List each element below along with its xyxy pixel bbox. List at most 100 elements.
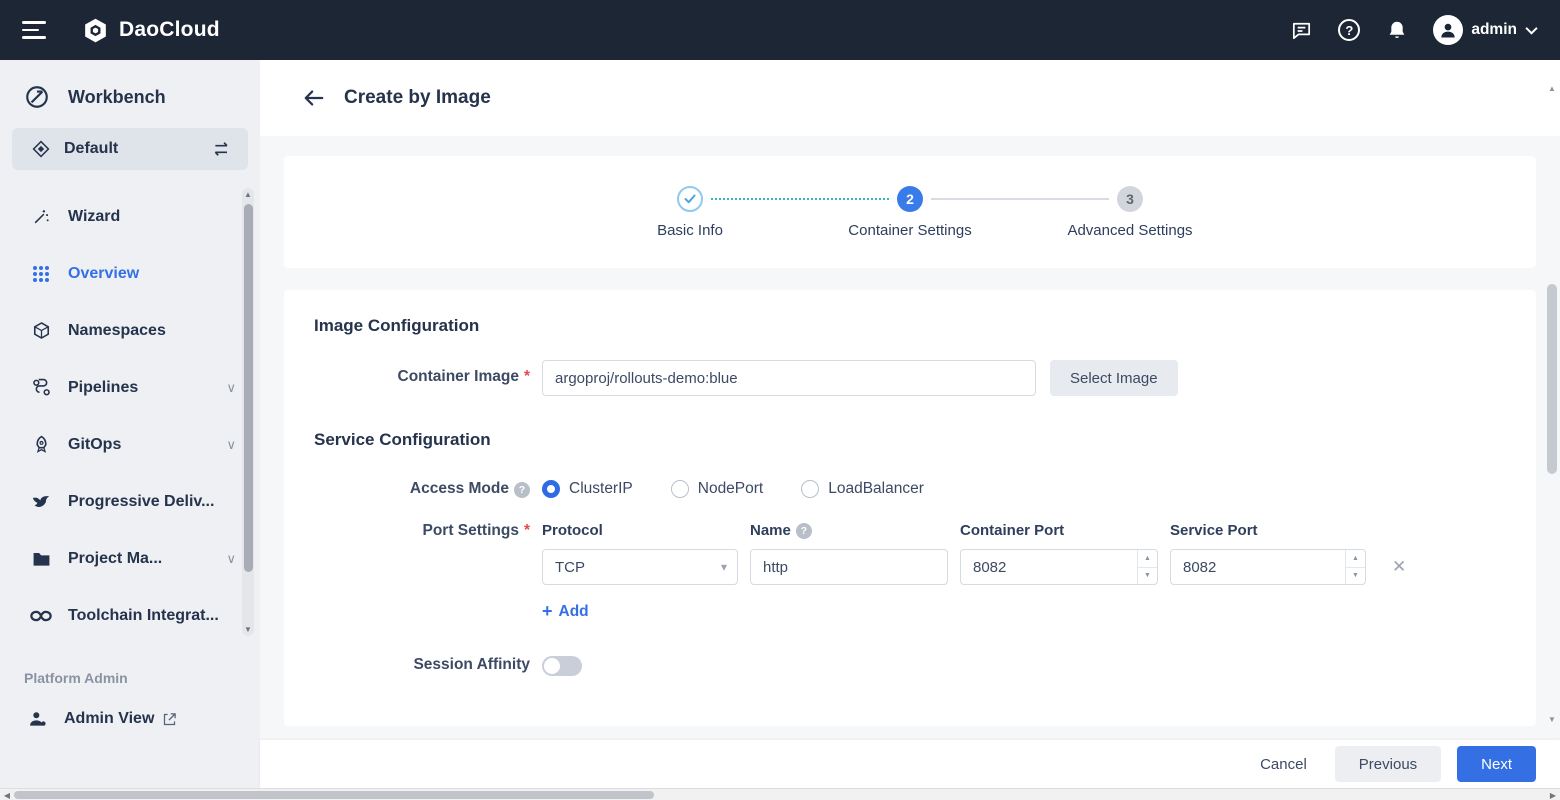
scroll-up-icon[interactable]: ▲ (1546, 84, 1558, 93)
radio-loadbalancer[interactable]: LoadBalancer (801, 480, 924, 498)
port-columns-header: Protocol Name? Container Port Service Po… (542, 522, 1406, 549)
radio-icon (671, 480, 689, 498)
sidebar-item-admin-view[interactable]: Admin View (0, 692, 260, 746)
step-label: Basic Info (657, 222, 723, 239)
grid-icon (30, 265, 52, 283)
workbench-header[interactable]: Workbench (0, 60, 260, 128)
sidebar-scrollbar[interactable]: ▲ ▼ (242, 188, 254, 636)
sidebar-item-overview[interactable]: Overview (0, 245, 260, 302)
sidebar-item-label: Pipelines (68, 379, 226, 397)
cube-icon (30, 321, 52, 340)
session-affinity-label: Session Affinity (314, 648, 542, 676)
protocol-select[interactable]: TCP ▾ (542, 549, 738, 585)
help-icon[interactable]: ? (514, 482, 530, 498)
number-stepper: ▲ ▼ (1137, 550, 1157, 584)
notifications-icon[interactable] (1385, 18, 1409, 42)
delete-port-row-icon[interactable]: ✕ (1392, 549, 1406, 585)
step-basic-info[interactable]: Basic Info (677, 186, 703, 212)
number-stepper: ▲ ▼ (1345, 550, 1365, 584)
container-port-input[interactable] (960, 549, 1158, 585)
radio-icon (801, 480, 819, 498)
select-image-button[interactable]: Select Image (1050, 360, 1178, 396)
step-connector-solid (931, 198, 1109, 200)
wand-icon (30, 207, 52, 226)
access-mode-row: Access Mode? ClusterIP NodePort (314, 474, 1506, 498)
add-port-button[interactable]: + Add (542, 601, 589, 622)
step-container-settings[interactable]: 2 Container Settings (897, 186, 923, 212)
menu-toggle-icon[interactable] (22, 21, 46, 39)
port-settings-label: Port Settings* (314, 522, 542, 622)
service-port-input[interactable] (1170, 549, 1366, 585)
container-image-input[interactable] (542, 360, 1036, 396)
workbench-icon (24, 84, 50, 110)
sidebar-item-namespaces[interactable]: Namespaces (0, 302, 260, 359)
stepper-card: Basic Info 2 Container Settings 3 Advanc… (284, 156, 1536, 268)
sidebar-item-wizard[interactable]: Wizard (0, 188, 260, 245)
sidebar-item-label: GitOps (68, 436, 226, 454)
form-card: Image Configuration Container Image* Sel… (284, 290, 1536, 726)
infinity-icon (30, 610, 52, 622)
bird-icon (30, 493, 52, 511)
folder-icon (30, 550, 52, 567)
stepper-up-icon[interactable]: ▲ (1346, 550, 1365, 568)
horizontal-scroll-thumb[interactable] (14, 791, 654, 799)
main-area: Create by Image Basic Info 2 Container S… (260, 60, 1560, 788)
sidebar: Workbench Default Wizard Overvi (0, 60, 260, 788)
workspace-icon (32, 140, 50, 158)
workspace-selector[interactable]: Default (12, 128, 248, 170)
stepper-up-icon[interactable]: ▲ (1138, 550, 1157, 568)
switch-workspace-icon[interactable] (212, 141, 232, 157)
main-scroll-thumb[interactable] (1547, 284, 1557, 474)
horizontal-scrollbar[interactable]: ◀ ▶ (0, 788, 1560, 800)
next-button[interactable]: Next (1457, 746, 1536, 782)
back-arrow-icon[interactable] (300, 84, 328, 112)
main-vertical-scrollbar[interactable]: ▲ ▼ (1546, 84, 1558, 724)
sidebar-item-project-management[interactable]: Project Ma... ∨ (0, 530, 260, 587)
sidebar-item-progressive-delivery[interactable]: Progressive Deliv... (0, 473, 260, 530)
cancel-button[interactable]: Cancel (1260, 756, 1307, 773)
scroll-right-icon[interactable]: ▶ (1546, 789, 1560, 800)
step-label: Container Settings (848, 222, 971, 239)
sidebar-nav: Wizard Overview Namespaces Pipelines ∨ (0, 170, 260, 644)
session-affinity-row: Session Affinity (314, 648, 1506, 676)
access-mode-label: Access Mode? (314, 474, 542, 498)
admin-icon (28, 709, 48, 729)
sidebar-item-gitops[interactable]: GitOps ∨ (0, 416, 260, 473)
container-port-column-label: Container Port (960, 522, 1158, 539)
radio-nodeport[interactable]: NodePort (671, 480, 763, 498)
stepper: Basic Info 2 Container Settings 3 Advanc… (677, 186, 1143, 268)
avatar (1433, 15, 1463, 45)
footer-actions: Cancel Previous Next (260, 740, 1560, 788)
scroll-up-icon[interactable]: ▲ (242, 190, 254, 199)
access-mode-options: ClusterIP NodePort LoadBalancer (542, 474, 924, 498)
step-advanced-settings[interactable]: 3 Advanced Settings (1117, 186, 1143, 212)
sidebar-item-label: Admin View (64, 710, 154, 728)
service-port-column-label: Service Port (1170, 522, 1366, 539)
chevron-down-icon (1525, 26, 1538, 35)
scroll-down-icon[interactable]: ▼ (1546, 715, 1558, 724)
step-number: 2 (897, 186, 923, 212)
stepper-down-icon[interactable]: ▼ (1346, 568, 1365, 585)
step-number: 3 (1117, 186, 1143, 212)
sidebar-item-label: Progressive Deliv... (68, 493, 236, 511)
session-affinity-toggle[interactable] (542, 656, 582, 676)
sidebar-item-pipelines[interactable]: Pipelines ∨ (0, 359, 260, 416)
sidebar-scroll-thumb[interactable] (244, 204, 253, 572)
help-icon[interactable]: ? (796, 523, 812, 539)
stepper-down-icon[interactable]: ▼ (1138, 568, 1157, 585)
help-icon[interactable]: ? (1337, 18, 1361, 42)
container-image-label: Container Image* (314, 360, 542, 396)
brand[interactable]: DaoCloud (82, 17, 220, 44)
sidebar-item-toolchain[interactable]: Toolchain Integrat... (0, 587, 260, 644)
previous-button[interactable]: Previous (1335, 746, 1441, 782)
radio-clusterip[interactable]: ClusterIP (542, 480, 633, 498)
port-row: TCP ▾ ▲ ▼ (542, 549, 1406, 585)
scroll-left-icon[interactable]: ◀ (0, 789, 14, 800)
port-name-input[interactable] (750, 549, 948, 585)
scroll-down-icon[interactable]: ▼ (242, 625, 254, 634)
content-scroll: Basic Info 2 Container Settings 3 Advanc… (260, 136, 1560, 740)
workbench-label: Workbench (68, 87, 166, 108)
user-menu[interactable]: admin (1433, 15, 1538, 45)
container-image-row: Container Image* Select Image (314, 360, 1506, 396)
messages-icon[interactable] (1289, 18, 1313, 42)
